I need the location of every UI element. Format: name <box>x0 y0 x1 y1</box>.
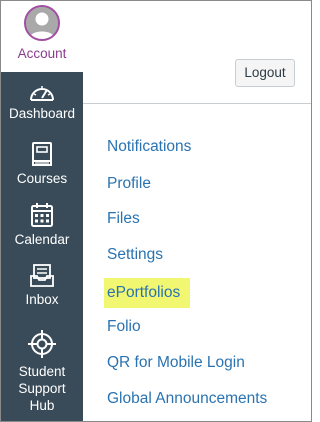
nav-inbox-label: Inbox <box>25 292 59 307</box>
calendar-icon <box>31 203 53 227</box>
nav-support-label-line-1: Student <box>18 364 66 379</box>
nav-calendar-label: Calendar <box>14 232 70 247</box>
avatar-icon <box>24 5 60 41</box>
nav-item-student-support-hub[interactable]: Student Support Hub <box>1 329 83 417</box>
link-files[interactable]: Files <box>107 210 140 228</box>
divider <box>83 103 311 104</box>
link-global-announcements[interactable]: Global Announcements <box>107 390 267 408</box>
link-qr-for-mobile-login[interactable]: QR for Mobile Login <box>107 354 245 372</box>
nav-item-dashboard[interactable]: Dashboard <box>1 81 83 129</box>
nav-item-calendar[interactable]: Calendar <box>1 202 83 250</box>
link-folio[interactable]: Folio <box>107 318 141 336</box>
nav-support-label-line-3: Hub <box>29 398 55 413</box>
link-eportfolios[interactable]: ePortfolios <box>107 284 180 302</box>
canvas-page: Account Dashboard Courses Calendar Inbox… <box>0 0 312 422</box>
courses-book-icon <box>32 142 52 166</box>
nav-dashboard-label: Dashboard <box>8 106 76 121</box>
link-profile[interactable]: Profile <box>107 175 151 193</box>
link-notifications[interactable]: Notifications <box>107 138 191 156</box>
logout-button[interactable]: Logout <box>235 59 295 87</box>
nav-account-label: Account <box>17 46 67 61</box>
support-lifebuoy-icon <box>28 330 56 358</box>
nav-courses-label: Courses <box>16 171 68 186</box>
dashboard-speedometer-icon <box>30 86 54 101</box>
account-tray: Logout Notifications Profile Files Setti… <box>83 1 311 421</box>
nav-item-courses[interactable]: Courses <box>1 141 83 189</box>
nav-item-account[interactable]: Account <box>1 1 83 72</box>
nav-support-label-line-2: Support <box>18 381 66 396</box>
inbox-tray-icon <box>30 264 54 287</box>
nav-item-inbox[interactable]: Inbox <box>1 264 83 312</box>
global-navigation: Account Dashboard Courses Calendar Inbox… <box>1 1 83 421</box>
link-settings[interactable]: Settings <box>107 246 163 264</box>
